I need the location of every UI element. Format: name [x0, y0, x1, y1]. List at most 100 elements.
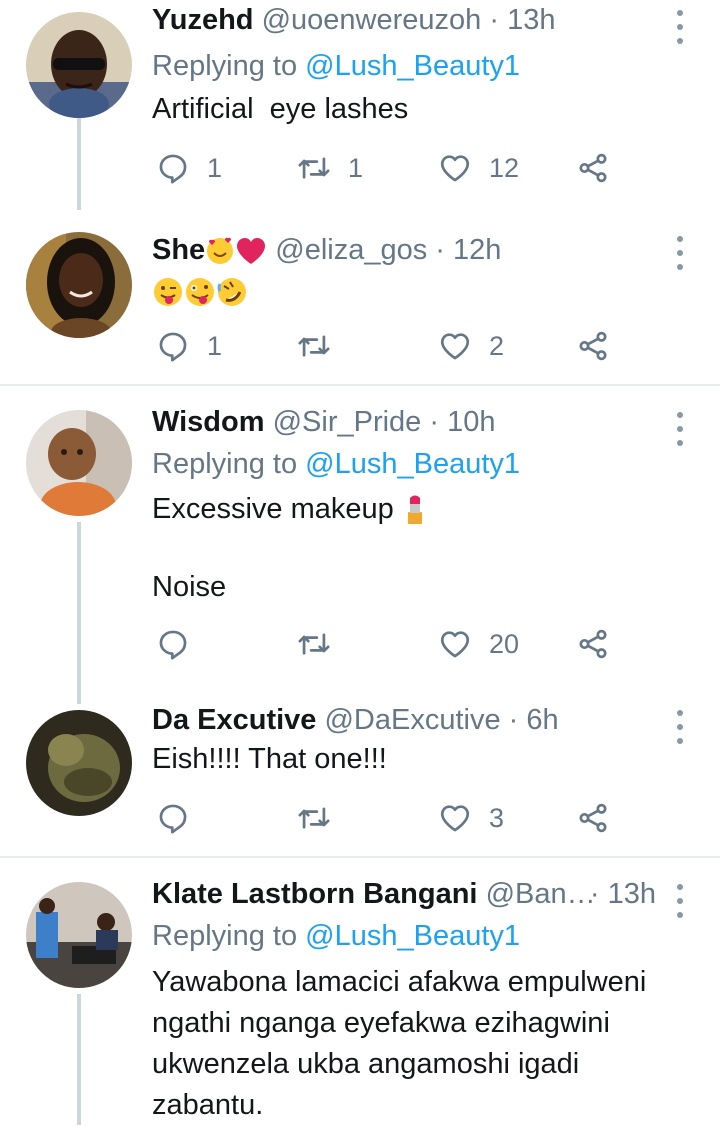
- mention-link[interactable]: @Lush_Beauty1: [305, 50, 520, 82]
- display-name[interactable]: Wisdom: [152, 406, 265, 438]
- mention-link[interactable]: @Lush_Beauty1: [305, 920, 520, 952]
- replying-prefix: Replying to: [152, 920, 306, 952]
- like-button[interactable]: 2: [438, 326, 504, 366]
- red-heart-icon: [237, 238, 266, 265]
- tweet-header: Yuzehd @uoenwereuzoh · 13h: [152, 0, 660, 40]
- display-name[interactable]: Klate Lastborn Bangani: [152, 878, 478, 910]
- divider: [0, 384, 720, 386]
- heart-icon: [438, 801, 472, 835]
- thread-line: [77, 994, 81, 1125]
- replying-to: Replying to @Lush_Beauty1: [152, 444, 520, 484]
- share-button[interactable]: [576, 624, 610, 664]
- retweet-button[interactable]: [297, 326, 348, 366]
- heart-icon: [438, 329, 472, 363]
- handle[interactable]: @eliza_gos: [275, 234, 427, 266]
- tweet-text: Eish!!!! That one!!!: [152, 743, 387, 775]
- handle[interactable]: @Ban…: [486, 878, 595, 910]
- like-button[interactable]: 3: [438, 798, 504, 838]
- timestamp[interactable]: 12h: [453, 234, 501, 266]
- reply-button[interactable]: 1: [156, 326, 222, 366]
- smiling-face-with-hearts-icon: [207, 238, 234, 265]
- tweet-da-excutive[interactable]: Da Excutive @DaExcutive · 6h Eish!!!! Th…: [0, 700, 720, 856]
- avatar[interactable]: [26, 882, 132, 988]
- retweet-count: 1: [348, 152, 364, 183]
- more-options-icon[interactable]: [674, 412, 686, 446]
- like-count: 2: [489, 330, 505, 361]
- separator-dot: ·: [429, 406, 440, 438]
- timestamp[interactable]: 10h: [447, 406, 495, 438]
- retweet-button[interactable]: [297, 624, 348, 664]
- tweet-wisdom[interactable]: Wisdom @Sir_Pride · 10h Replying to @Lus…: [0, 402, 720, 704]
- tweet-text: [152, 272, 690, 311]
- retweet-button[interactable]: 1: [297, 148, 363, 188]
- timestamp[interactable]: 13h: [608, 878, 656, 910]
- tweet-header: Wisdom @Sir_Pride · 10h: [152, 402, 660, 442]
- tweet-text-line: ukwenzela ukba angamoshi igadi: [152, 1048, 580, 1080]
- display-name[interactable]: Da Excutive: [152, 704, 316, 736]
- tweet-text: Artificial eye lashes: [152, 93, 409, 125]
- tweet-text-line: Yawabona lamacici afakwa empulweni: [152, 966, 647, 998]
- share-button[interactable]: [576, 798, 610, 838]
- share-button[interactable]: [576, 326, 610, 366]
- like-count: 12: [489, 152, 520, 183]
- retweet-icon: [297, 801, 331, 835]
- more-options-icon[interactable]: [674, 236, 686, 270]
- reply-count: 1: [207, 152, 223, 183]
- tweet-text: Excessive makeup: [152, 490, 690, 529]
- reply-button[interactable]: 1: [156, 148, 222, 188]
- like-button[interactable]: 20: [438, 624, 519, 664]
- action-bar: 3: [152, 798, 622, 838]
- tweet-text: Yawabona lamacici afakwa empulweni ngath…: [152, 962, 690, 1126]
- replying-to: Replying to @Lush_Beauty1: [152, 916, 520, 956]
- display-name[interactable]: Yuzehd: [152, 4, 254, 36]
- timestamp-group: · 13h: [590, 874, 656, 914]
- share-icon: [576, 151, 610, 185]
- retweet-button[interactable]: [297, 798, 348, 838]
- tweet-header: Klate Lastborn Bangani @Ban…: [152, 874, 595, 914]
- divider: [0, 856, 720, 858]
- timestamp[interactable]: 6h: [526, 704, 558, 736]
- handle[interactable]: @Sir_Pride: [273, 406, 422, 438]
- more-options-icon[interactable]: [674, 884, 686, 918]
- rolling-on-the-floor-laughing-icon: [217, 278, 246, 307]
- retweet-icon: [297, 151, 331, 185]
- replying-prefix: Replying to: [152, 448, 306, 480]
- avatar[interactable]: [26, 410, 132, 516]
- share-icon: [576, 329, 610, 363]
- share-button[interactable]: [576, 148, 610, 188]
- mention-link[interactable]: @Lush_Beauty1: [305, 448, 520, 480]
- heart-icon: [438, 627, 472, 661]
- display-name[interactable]: She: [152, 234, 205, 266]
- tweet-text-line: Excessive makeup: [152, 493, 394, 525]
- tweet-yuzehd[interactable]: Yuzehd @uoenwereuzoh · 13h Replying to @…: [0, 0, 720, 210]
- timestamp[interactable]: 13h: [507, 4, 555, 36]
- tweet-text-line: zabantu.: [152, 1089, 264, 1121]
- more-options-icon[interactable]: [674, 710, 686, 744]
- separator-dot: ·: [435, 234, 445, 266]
- avatar[interactable]: [26, 710, 132, 816]
- retweet-icon: [297, 627, 331, 661]
- tweet-she[interactable]: She @eliza_gos · 12h 1 2: [0, 228, 720, 384]
- handle[interactable]: @DaExcutive: [324, 704, 500, 736]
- tweet-text-line: ngathi nganga eyefakwa ezihagwini: [152, 1007, 610, 1039]
- action-bar: 1 1 12: [152, 148, 622, 188]
- like-button[interactable]: 12: [438, 148, 519, 188]
- thread-line: [77, 522, 81, 704]
- retweet-icon: [297, 329, 331, 363]
- avatar[interactable]: [26, 232, 132, 338]
- share-icon: [576, 627, 610, 661]
- reply-icon: [156, 801, 190, 835]
- separator-dot: ·: [489, 4, 500, 36]
- tweet-klate[interactable]: Klate Lastborn Bangani @Ban… · 13h Reply…: [0, 874, 720, 1125]
- reply-icon: [156, 627, 190, 661]
- reply-button[interactable]: [156, 798, 207, 838]
- more-options-icon[interactable]: [674, 10, 686, 44]
- reply-button[interactable]: [156, 624, 207, 664]
- handle[interactable]: @uoenwereuzoh: [262, 4, 482, 36]
- share-icon: [576, 801, 610, 835]
- lipstick-icon: [407, 495, 422, 525]
- action-bar: 20: [152, 624, 622, 664]
- reply-icon: [156, 151, 190, 185]
- separator-dot: ·: [508, 704, 519, 736]
- avatar[interactable]: [26, 12, 132, 118]
